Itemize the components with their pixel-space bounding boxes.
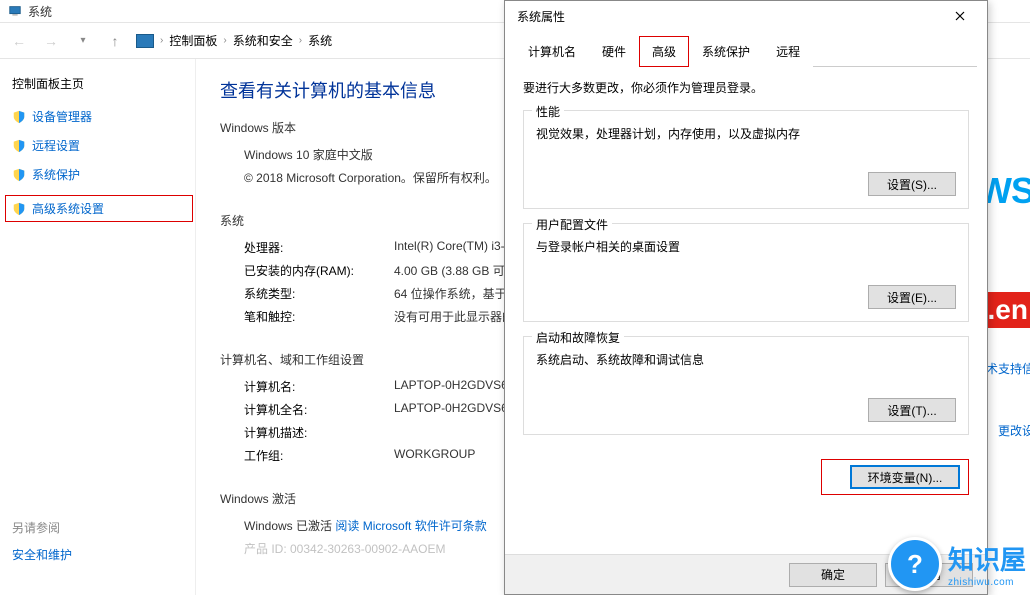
profile-settings-button[interactable]: 设置(E)... (868, 285, 956, 309)
shield-icon (12, 139, 26, 153)
startup-settings-button[interactable]: 设置(T)... (868, 398, 956, 422)
groupbox-title: 用户配置文件 (532, 216, 612, 233)
systype-value: 64 位操作系统，基于 (394, 285, 507, 302)
close-button[interactable] (939, 4, 981, 28)
license-terms-link[interactable]: 阅读 Microsoft 软件许可条款 (335, 519, 486, 533)
sidebar-item-label: 设备管理器 (32, 108, 92, 125)
sidebar-home-link[interactable]: 控制面板主页 (12, 75, 183, 92)
sidebar-item-label: 安全和维护 (12, 546, 72, 563)
ram-label: 已安装的内存(RAM): (244, 262, 394, 279)
shield-icon (12, 202, 26, 216)
windows-edition: Windows 10 家庭中文版 (244, 146, 373, 163)
window-title: 系统 (28, 3, 52, 20)
processor-label: 处理器: (244, 239, 394, 256)
tab-remote[interactable]: 远程 (763, 36, 813, 67)
chevron-right-icon: › (223, 35, 226, 46)
computer-fullname-value: LAPTOP-0H2GDVS6 (394, 401, 508, 418)
dialog-titlebar: 系统属性 (505, 1, 987, 31)
groupbox-title: 启动和故障恢复 (532, 329, 624, 346)
lenovo-logo: .en (982, 292, 1030, 328)
back-button[interactable]: ← (8, 30, 30, 52)
forward-button[interactable]: → (40, 30, 62, 52)
sidebar-item-advanced-settings[interactable]: 高级系统设置 (5, 195, 193, 222)
computer-name-label: 计算机名: (244, 378, 394, 395)
shield-icon (12, 168, 26, 182)
question-icon: ? (888, 537, 942, 591)
chevron-right-icon: › (160, 35, 163, 46)
groupbox-startup-recovery: 启动和故障恢复 系统启动、系统故障和调试信息 设置(T)... (523, 336, 969, 435)
environment-variables-button[interactable]: 环境变量(N)... (850, 465, 960, 489)
env-var-highlight: 环境变量(N)... (821, 459, 969, 495)
groupbox-desc: 系统启动、系统故障和调试信息 (536, 351, 956, 368)
computer-name-value: LAPTOP-0H2GDVS6 (394, 378, 508, 395)
pen-value: 没有可用于此显示器的 (394, 308, 514, 325)
sidebar: 控制面板主页 设备管理器 远程设置 系统保护 高级系统设置 另请参阅 安全和维护 (0, 59, 195, 595)
system-icon (8, 4, 22, 18)
watermark-logo: ? 知识屋 zhishiwu.com (888, 537, 1026, 591)
watermark-text-en: zhishiwu.com (948, 577, 1026, 588)
sidebar-item-device-manager[interactable]: 设备管理器 (12, 108, 183, 125)
close-icon (955, 11, 965, 21)
sidebar-item-label: 系统保护 (32, 166, 80, 183)
breadcrumb[interactable]: › 控制面板 › 系统和安全 › 系统 (136, 32, 332, 49)
groupbox-title: 性能 (532, 103, 564, 120)
computer-fullname-label: 计算机全名: (244, 401, 394, 418)
workgroup-value: WORKGROUP (394, 447, 475, 464)
up-button[interactable]: ↑ (104, 30, 126, 52)
chevron-down-icon[interactable]: ▾ (72, 30, 94, 52)
system-properties-dialog: 系统属性 计算机名 硬件 高级 系统保护 远程 要进行大多数更改，你必须作为管理… (504, 0, 988, 595)
tab-hardware[interactable]: 硬件 (589, 36, 639, 67)
tab-system-protection[interactable]: 系统保护 (689, 36, 763, 67)
watermark-text-cn: 知识屋 (948, 540, 1026, 577)
systype-label: 系统类型: (244, 285, 394, 302)
monitor-icon (136, 34, 154, 48)
sidebar-item-label: 高级系统设置 (32, 200, 104, 217)
sidebar-item-label: 远程设置 (32, 137, 80, 154)
tab-computer-name[interactable]: 计算机名 (515, 36, 589, 67)
product-id: 产品 ID: 00342-30263-00902-AAOEM (244, 540, 445, 557)
admin-note: 要进行大多数更改，你必须作为管理员登录。 (523, 79, 969, 96)
breadcrumb-item[interactable]: 系统 (308, 32, 332, 49)
activation-status: Windows 已激活 阅读 Microsoft 软件许可条款 (244, 517, 487, 534)
ram-value: 4.00 GB (3.88 GB 可 (394, 262, 505, 279)
sidebar-item-security-maintenance[interactable]: 安全和维护 (12, 546, 72, 563)
sidebar-item-remote-settings[interactable]: 远程设置 (12, 137, 183, 154)
sidebar-item-system-protection[interactable]: 系统保护 (12, 166, 183, 183)
ok-button[interactable]: 确定 (789, 563, 877, 587)
see-also-title: 另请参阅 (12, 519, 72, 536)
tab-bar: 计算机名 硬件 高级 系统保护 远程 (515, 35, 977, 67)
breadcrumb-item[interactable]: 控制面板 (169, 32, 217, 49)
change-settings-link[interactable]: 更改设 (998, 422, 1030, 439)
groupbox-desc: 与登录帐户相关的桌面设置 (536, 238, 956, 255)
shield-icon (12, 110, 26, 124)
computer-desc-label: 计算机描述: (244, 424, 394, 441)
groupbox-desc: 视觉效果，处理器计划，内存使用，以及虚拟内存 (536, 125, 956, 142)
tab-advanced[interactable]: 高级 (639, 36, 689, 67)
support-link[interactable]: 术支持信 (986, 360, 1030, 377)
chevron-right-icon: › (299, 35, 302, 46)
groupbox-performance: 性能 视觉效果，处理器计划，内存使用，以及虚拟内存 设置(S)... (523, 110, 969, 209)
pen-label: 笔和触控: (244, 308, 394, 325)
groupbox-user-profiles: 用户配置文件 与登录帐户相关的桌面设置 设置(E)... (523, 223, 969, 322)
dialog-title: 系统属性 (517, 8, 565, 25)
dialog-body: 要进行大多数更改，你必须作为管理员登录。 性能 视觉效果，处理器计划，内存使用，… (505, 67, 987, 453)
breadcrumb-item[interactable]: 系统和安全 (233, 32, 293, 49)
processor-value: Intel(R) Core(TM) i3- (394, 239, 505, 256)
copyright-text: © 2018 Microsoft Corporation。保留所有权利。 (244, 169, 497, 186)
workgroup-label: 工作组: (244, 447, 394, 464)
perf-settings-button[interactable]: 设置(S)... (868, 172, 956, 196)
